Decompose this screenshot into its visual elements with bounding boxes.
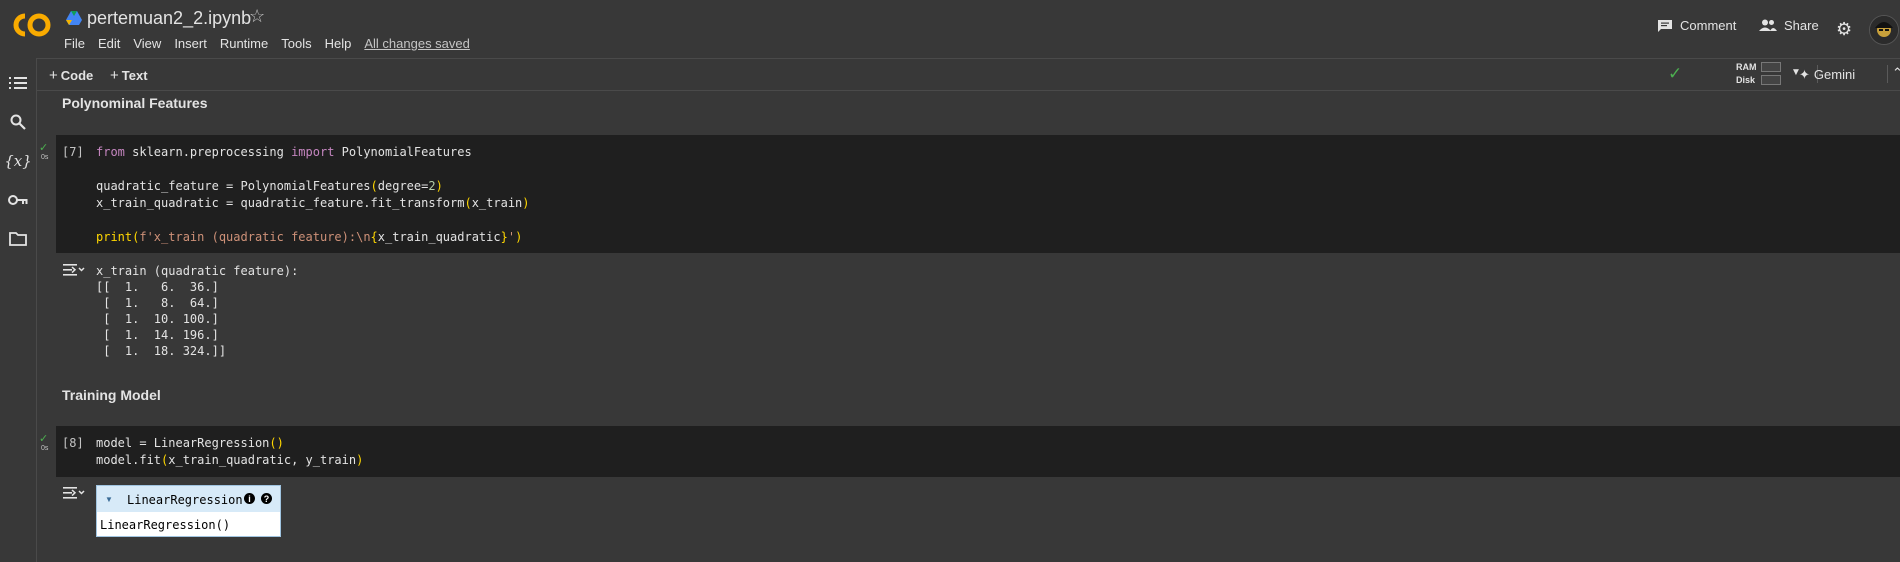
section-heading-polynominal: Polynominal Features (62, 95, 208, 111)
run-success-check-icon: ✓ (39, 433, 49, 445)
code-line[interactable]: print(f'x_train (quadratic feature):\n{x… (96, 230, 522, 244)
add-text-label: Text (121, 68, 148, 83)
gemini-label: Gemini (1813, 67, 1856, 82)
connected-check-icon[interactable]: ✓ (1668, 64, 1682, 84)
table-of-contents-icon[interactable] (7, 72, 29, 94)
folder-icon[interactable] (7, 228, 29, 250)
comment-icon (1658, 19, 1672, 32)
plus-icon: + (110, 67, 119, 84)
notebook-toolbar: + Code + Text ✓ RAM Disk ▼ ✦ Gemini ⌃ (37, 58, 1900, 91)
save-status[interactable]: All changes saved (364, 36, 470, 51)
notebook-title[interactable]: pertemuan2_2.ipynb (87, 8, 251, 29)
output-actions-icon[interactable] (63, 485, 85, 501)
run-time: 0s (41, 154, 49, 161)
share-label: Share (1784, 18, 1819, 33)
variables-icon[interactable]: {x} (4, 150, 32, 172)
menu-runtime[interactable]: Runtime (220, 36, 268, 51)
disk-label: Disk (1736, 75, 1756, 85)
comment-button[interactable]: Comment (1657, 18, 1736, 33)
estimator-repr: LinearRegression() (100, 518, 231, 532)
execution-count[interactable]: [8] (62, 436, 84, 450)
plus-icon: + (49, 67, 58, 84)
search-icon[interactable] (7, 111, 29, 133)
code-line[interactable]: model.fit(x_train_quadratic, y_train) (96, 453, 363, 467)
output-line: [ 1. 18. 324.]] (96, 344, 227, 358)
gemini-button[interactable]: ✦ Gemini (1799, 67, 1855, 83)
header: pertemuan2_2.ipynb ☆ File Edit View Inse… (0, 0, 1900, 58)
share-button[interactable]: Share (1759, 18, 1819, 33)
sparkle-icon: ✦ (1799, 67, 1810, 82)
menu-help[interactable]: Help (325, 36, 352, 51)
key-icon[interactable] (7, 189, 29, 211)
ram-usage-bar[interactable] (1761, 62, 1781, 72)
output-line: [[ 1. 6. 36.] (96, 280, 219, 294)
ram-label: RAM (1736, 62, 1757, 72)
colab-logo[interactable] (12, 12, 52, 38)
avatar-image (1870, 16, 1898, 44)
star-icon[interactable]: ☆ (249, 6, 265, 27)
menu-bar: File Edit View Insert Runtime Tools Help… (64, 36, 483, 51)
run-time: 0s (41, 445, 49, 452)
help-icon[interactable]: ? (261, 493, 272, 504)
menu-view[interactable]: View (133, 36, 161, 51)
settings-gear-icon[interactable]: ⚙ (1836, 19, 1852, 40)
add-code-button[interactable]: + Code (49, 67, 93, 84)
drive-icon[interactable] (66, 11, 82, 25)
code-line[interactable]: quadratic_feature = PolynomialFeatures(d… (96, 179, 443, 193)
left-sidebar: {x} (0, 58, 37, 562)
code-line[interactable]: model = LinearRegression() (96, 436, 284, 450)
collapse-chevron-icon[interactable]: ⌃ (1892, 65, 1900, 81)
output-line: x_train (quadratic feature): (96, 264, 299, 278)
estimator-header[interactable]: ▼ LinearRegression i ? (97, 486, 280, 512)
output-line: [ 1. 14. 196.] (96, 328, 219, 342)
estimator-display: ▼ LinearRegression i ? LinearRegression(… (96, 485, 281, 537)
menu-edit[interactable]: Edit (98, 36, 120, 51)
menu-insert[interactable]: Insert (174, 36, 207, 51)
comment-label: Comment (1680, 18, 1737, 33)
expand-triangle-icon[interactable]: ▼ (105, 495, 113, 504)
add-text-button[interactable]: + Text (110, 67, 148, 84)
add-code-label: Code (60, 68, 94, 83)
output-actions-icon[interactable] (63, 262, 85, 278)
output-line: [ 1. 10. 100.] (96, 312, 219, 326)
menu-file[interactable]: File (64, 36, 85, 51)
output-line: [ 1. 8. 64.] (96, 296, 219, 310)
menu-tools[interactable]: Tools (281, 36, 311, 51)
avatar[interactable] (1869, 15, 1899, 45)
code-cell-8[interactable] (56, 426, 1900, 477)
estimator-label: LinearRegression (127, 493, 243, 507)
disk-usage-bar[interactable] (1761, 75, 1781, 85)
code-line[interactable]: x_train_quadratic = quadratic_feature.fi… (96, 196, 530, 210)
toolbar-divider (1887, 65, 1888, 83)
info-icon[interactable]: i (244, 493, 255, 504)
run-success-check-icon: ✓ (39, 142, 49, 154)
execution-count[interactable]: [7] (62, 145, 84, 159)
people-icon (1759, 19, 1777, 31)
code-line[interactable]: from sklearn.preprocessing import Polyno… (96, 145, 472, 159)
section-heading-training: Training Model (62, 387, 161, 403)
